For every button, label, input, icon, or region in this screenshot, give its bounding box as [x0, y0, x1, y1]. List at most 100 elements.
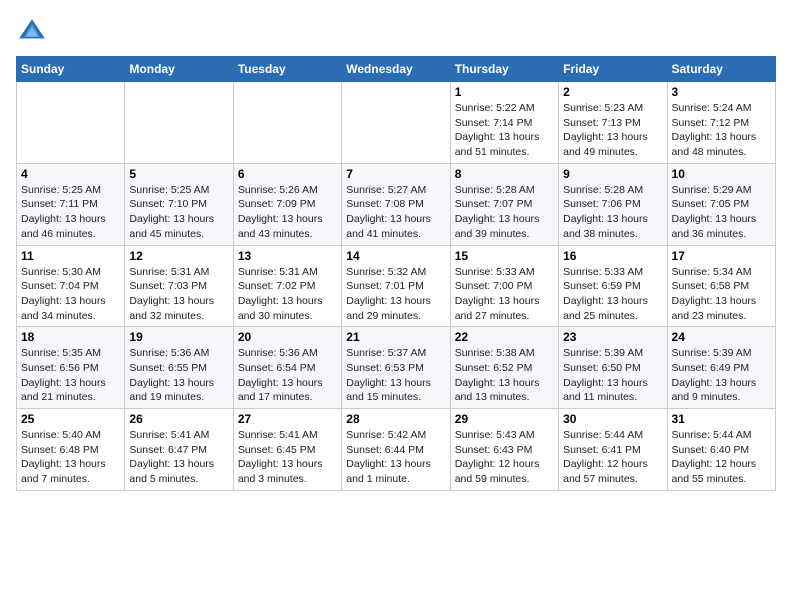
- day-number: 23: [563, 330, 662, 344]
- calendar-cell: 10 Sunrise: 5:29 AM Sunset: 7:05 PM Dayli…: [667, 163, 775, 245]
- day-info: Sunrise: 5:41 AM Sunset: 6:45 PM Dayligh…: [238, 428, 337, 487]
- day-number: 29: [455, 412, 554, 426]
- weekday-header: Sunday: [17, 57, 125, 82]
- day-info: Sunrise: 5:27 AM Sunset: 7:08 PM Dayligh…: [346, 183, 445, 242]
- calendar-cell: 21 Sunrise: 5:37 AM Sunset: 6:53 PM Dayli…: [342, 327, 450, 409]
- day-number: 8: [455, 167, 554, 181]
- calendar-cell: [125, 82, 233, 164]
- page-header: [16, 16, 776, 48]
- day-number: 17: [672, 249, 771, 263]
- calendar-cell: [233, 82, 341, 164]
- day-number: 27: [238, 412, 337, 426]
- calendar-week-row: 11 Sunrise: 5:30 AM Sunset: 7:04 PM Dayli…: [17, 245, 776, 327]
- day-number: 26: [129, 412, 228, 426]
- day-number: 9: [563, 167, 662, 181]
- weekday-header: Saturday: [667, 57, 775, 82]
- day-info: Sunrise: 5:30 AM Sunset: 7:04 PM Dayligh…: [21, 265, 120, 324]
- day-number: 24: [672, 330, 771, 344]
- day-info: Sunrise: 5:28 AM Sunset: 7:07 PM Dayligh…: [455, 183, 554, 242]
- day-number: 10: [672, 167, 771, 181]
- calendar-cell: 24 Sunrise: 5:39 AM Sunset: 6:49 PM Dayli…: [667, 327, 775, 409]
- day-number: 18: [21, 330, 120, 344]
- day-number: 19: [129, 330, 228, 344]
- day-info: Sunrise: 5:33 AM Sunset: 7:00 PM Dayligh…: [455, 265, 554, 324]
- calendar-cell: 27 Sunrise: 5:41 AM Sunset: 6:45 PM Dayli…: [233, 409, 341, 491]
- calendar-cell: 5 Sunrise: 5:25 AM Sunset: 7:10 PM Daylig…: [125, 163, 233, 245]
- day-info: Sunrise: 5:25 AM Sunset: 7:11 PM Dayligh…: [21, 183, 120, 242]
- calendar-cell: 14 Sunrise: 5:32 AM Sunset: 7:01 PM Dayli…: [342, 245, 450, 327]
- weekday-header: Monday: [125, 57, 233, 82]
- day-info: Sunrise: 5:43 AM Sunset: 6:43 PM Dayligh…: [455, 428, 554, 487]
- day-number: 2: [563, 85, 662, 99]
- calendar-cell: 13Sunrise: 5:31 AM Sunset: 7:02 PM Dayli…: [233, 245, 341, 327]
- day-info: Sunrise: 5:34 AM Sunset: 6:58 PM Dayligh…: [672, 265, 771, 324]
- day-info: Sunrise: 5:23 AM Sunset: 7:13 PM Dayligh…: [563, 101, 662, 160]
- day-number: 16: [563, 249, 662, 263]
- day-info: Sunrise: 5:36 AM Sunset: 6:55 PM Dayligh…: [129, 346, 228, 405]
- calendar-cell: 28 Sunrise: 5:42 AM Sunset: 6:44 PM Dayli…: [342, 409, 450, 491]
- day-info: Sunrise: 5:39 AM Sunset: 6:49 PM Dayligh…: [672, 346, 771, 405]
- day-number: 22: [455, 330, 554, 344]
- day-number: 5: [129, 167, 228, 181]
- day-info: Sunrise: 5:40 AM Sunset: 6:48 PM Dayligh…: [21, 428, 120, 487]
- day-number: 13: [238, 249, 337, 263]
- calendar-cell: 29 Sunrise: 5:43 AM Sunset: 6:43 PM Dayli…: [450, 409, 558, 491]
- calendar-cell: 9 Sunrise: 5:28 AM Sunset: 7:06 PM Daylig…: [559, 163, 667, 245]
- day-number: 7: [346, 167, 445, 181]
- day-number: 12: [129, 249, 228, 263]
- logo-icon: [16, 16, 48, 48]
- day-info: Sunrise: 5:44 AM Sunset: 6:41 PM Dayligh…: [563, 428, 662, 487]
- day-number: 30: [563, 412, 662, 426]
- weekday-header: Tuesday: [233, 57, 341, 82]
- calendar-header-row: SundayMondayTuesdayWednesdayThursdayFrid…: [17, 57, 776, 82]
- calendar-cell: 25 Sunrise: 5:40 AM Sunset: 6:48 PM Dayli…: [17, 409, 125, 491]
- calendar-table: SundayMondayTuesdayWednesdayThursdayFrid…: [16, 56, 776, 491]
- day-info: Sunrise: 5:22 AM Sunset: 7:14 PM Dayligh…: [455, 101, 554, 160]
- day-number: 15: [455, 249, 554, 263]
- day-number: 25: [21, 412, 120, 426]
- day-info: Sunrise: 5:28 AM Sunset: 7:06 PM Dayligh…: [563, 183, 662, 242]
- calendar-cell: 6 Sunrise: 5:26 AM Sunset: 7:09 PM Daylig…: [233, 163, 341, 245]
- calendar-cell: 16Sunrise: 5:33 AM Sunset: 6:59 PM Dayli…: [559, 245, 667, 327]
- calendar-week-row: 1 Sunrise: 5:22 AM Sunset: 7:14 PM Daylig…: [17, 82, 776, 164]
- day-info: Sunrise: 5:37 AM Sunset: 6:53 PM Dayligh…: [346, 346, 445, 405]
- day-number: 11: [21, 249, 120, 263]
- day-info: Sunrise: 5:44 AM Sunset: 6:40 PM Dayligh…: [672, 428, 771, 487]
- calendar-cell: 3 Sunrise: 5:24 AM Sunset: 7:12 PM Daylig…: [667, 82, 775, 164]
- calendar-cell: 18 Sunrise: 5:35 AM Sunset: 6:56 PM Dayli…: [17, 327, 125, 409]
- calendar-cell: 2 Sunrise: 5:23 AM Sunset: 7:13 PM Daylig…: [559, 82, 667, 164]
- day-info: Sunrise: 5:26 AM Sunset: 7:09 PM Dayligh…: [238, 183, 337, 242]
- calendar-cell: 23 Sunrise: 5:39 AM Sunset: 6:50 PM Dayli…: [559, 327, 667, 409]
- day-number: 31: [672, 412, 771, 426]
- calendar-cell: 8 Sunrise: 5:28 AM Sunset: 7:07 PM Daylig…: [450, 163, 558, 245]
- day-info: Sunrise: 5:35 AM Sunset: 6:56 PM Dayligh…: [21, 346, 120, 405]
- logo: [16, 16, 52, 48]
- weekday-header: Wednesday: [342, 57, 450, 82]
- day-info: Sunrise: 5:25 AM Sunset: 7:10 PM Dayligh…: [129, 183, 228, 242]
- day-info: Sunrise: 5:32 AM Sunset: 7:01 PM Dayligh…: [346, 265, 445, 324]
- calendar-cell: 22 Sunrise: 5:38 AM Sunset: 6:52 PM Dayli…: [450, 327, 558, 409]
- calendar-cell: 19 Sunrise: 5:36 AM Sunset: 6:55 PM Dayli…: [125, 327, 233, 409]
- calendar-cell: 15 Sunrise: 5:33 AM Sunset: 7:00 PM Dayli…: [450, 245, 558, 327]
- day-info: Sunrise: 5:39 AM Sunset: 6:50 PM Dayligh…: [563, 346, 662, 405]
- calendar-cell: 4 Sunrise: 5:25 AM Sunset: 7:11 PM Daylig…: [17, 163, 125, 245]
- calendar-cell: 30 Sunrise: 5:44 AM Sunset: 6:41 PM Dayli…: [559, 409, 667, 491]
- day-number: 28: [346, 412, 445, 426]
- day-number: 1: [455, 85, 554, 99]
- day-info: Sunrise: 5:38 AM Sunset: 6:52 PM Dayligh…: [455, 346, 554, 405]
- day-number: 4: [21, 167, 120, 181]
- day-number: 20: [238, 330, 337, 344]
- day-number: 21: [346, 330, 445, 344]
- day-info: Sunrise: 5:41 AM Sunset: 6:47 PM Dayligh…: [129, 428, 228, 487]
- day-info: Sunrise: 5:36 AM Sunset: 6:54 PM Dayligh…: [238, 346, 337, 405]
- calendar-cell: 20 Sunrise: 5:36 AM Sunset: 6:54 PM Dayli…: [233, 327, 341, 409]
- day-number: 3: [672, 85, 771, 99]
- day-info: Sunrise: 5:29 AM Sunset: 7:05 PM Dayligh…: [672, 183, 771, 242]
- day-number: 14: [346, 249, 445, 263]
- day-number: 6: [238, 167, 337, 181]
- calendar-cell: 26 Sunrise: 5:41 AM Sunset: 6:47 PM Dayli…: [125, 409, 233, 491]
- day-info: Sunrise: 5:42 AM Sunset: 6:44 PM Dayligh…: [346, 428, 445, 487]
- calendar-cell: 11 Sunrise: 5:30 AM Sunset: 7:04 PM Dayli…: [17, 245, 125, 327]
- day-info: Sunrise: 5:24 AM Sunset: 7:12 PM Dayligh…: [672, 101, 771, 160]
- calendar-week-row: 4 Sunrise: 5:25 AM Sunset: 7:11 PM Daylig…: [17, 163, 776, 245]
